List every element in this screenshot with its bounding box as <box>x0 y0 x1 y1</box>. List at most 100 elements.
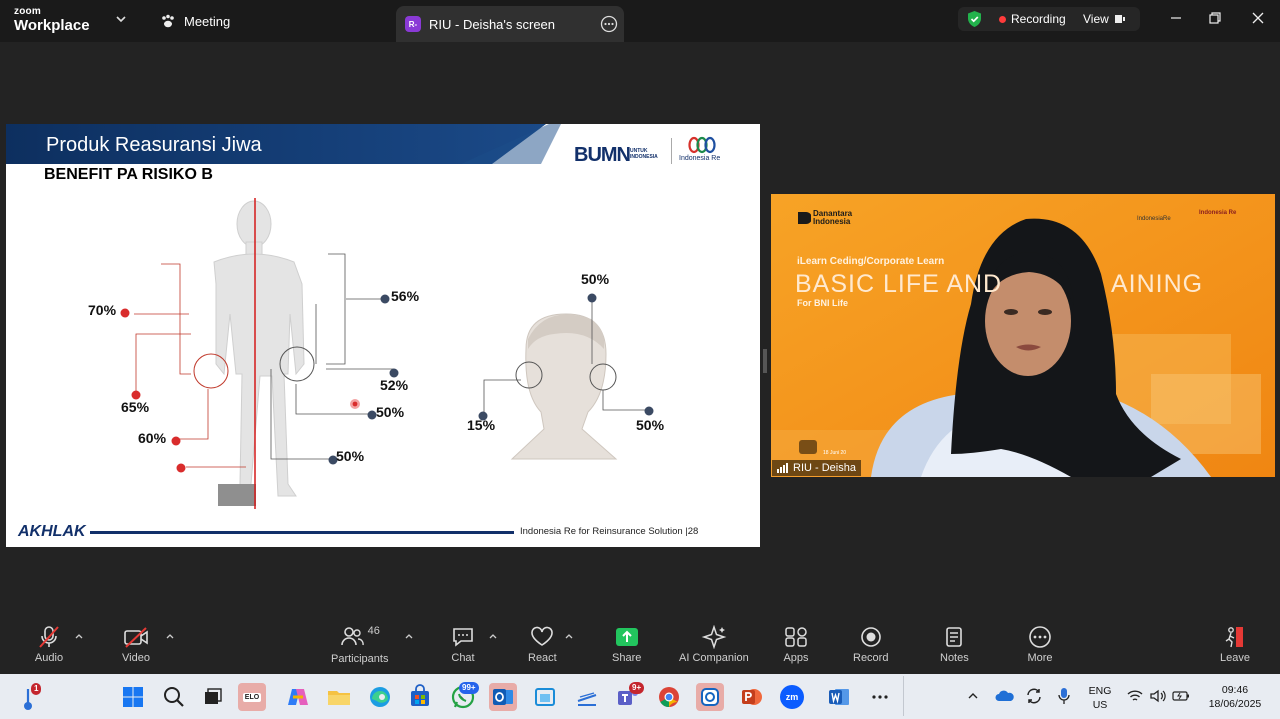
taskbar-snipping[interactable] <box>696 683 724 711</box>
minimize-icon[interactable] <box>1168 10 1184 26</box>
label-50-hip: 50% <box>376 404 405 420</box>
audio-caret-icon[interactable] <box>74 632 84 640</box>
sparkle-icon <box>701 625 727 649</box>
edge-icon[interactable] <box>366 683 394 711</box>
share-button[interactable]: Share <box>612 625 641 664</box>
more-apps-icon[interactable] <box>866 683 894 711</box>
heart-icon <box>531 626 554 646</box>
clock[interactable]: 09:46 18/06/2025 <box>1200 683 1270 711</box>
wifi-icon[interactable] <box>1127 689 1143 703</box>
language-code: ENG <box>1088 685 1112 697</box>
video-off-icon <box>124 627 148 648</box>
leave-label: Leave <box>1220 652 1250 664</box>
outlook-icon <box>493 689 513 705</box>
snipping-tool-icon <box>701 688 719 706</box>
taskbar-outlook[interactable] <box>489 683 517 711</box>
react-button[interactable]: React <box>528 625 557 664</box>
recording-indicator[interactable]: Recording <box>999 12 1066 26</box>
label-56: 56% <box>391 288 420 304</box>
footer-line <box>90 531 514 534</box>
more-options-icon[interactable] <box>600 15 618 33</box>
label-60: 60% <box>138 430 167 446</box>
taskbar-elo-app[interactable]: ELO <box>238 683 266 711</box>
video-button[interactable]: Video <box>121 625 151 664</box>
logo-bottom: Workplace <box>14 17 90 34</box>
panel-resize-handle[interactable] <box>763 349 767 373</box>
chat-label: Chat <box>451 652 475 664</box>
react-caret-icon[interactable] <box>564 632 574 640</box>
ai-companion-label: AI Companion <box>679 652 749 664</box>
calendar-app-icon[interactable] <box>531 683 559 711</box>
record-dot-icon <box>999 15 1006 23</box>
video-background <box>771 194 1275 477</box>
chrome-icon[interactable] <box>655 683 683 711</box>
logo-top: zoom <box>14 6 41 17</box>
powerpoint-icon[interactable] <box>738 683 766 711</box>
clock-time: 09:46 <box>1221 684 1249 696</box>
participants-count: 46 <box>367 625 380 637</box>
microsoft-store-icon[interactable] <box>406 683 434 711</box>
microphone-muted-icon <box>39 626 59 648</box>
leave-button[interactable]: Leave <box>1220 625 1250 664</box>
paw-icon <box>162 14 174 28</box>
label-50-head: 50% <box>581 271 610 287</box>
label-70: 70% <box>88 302 117 318</box>
record-label: Record <box>853 652 889 664</box>
signal-bars-icon <box>777 463 788 473</box>
participant-name-tag: RIU - Deisha <box>772 460 861 476</box>
chat-icon <box>453 628 473 647</box>
tray-chevron-up-icon[interactable] <box>966 689 980 703</box>
shield-check-icon[interactable] <box>966 10 983 28</box>
chat-button[interactable]: Chat <box>450 625 476 664</box>
tab-meeting[interactable]: Meeting <box>160 10 230 32</box>
microphone-tray-icon[interactable] <box>1055 686 1073 706</box>
participant-video[interactable]: Danantara Indonesia IndonesiaRe Indonesi… <box>771 194 1275 477</box>
search-icon[interactable] <box>160 683 188 711</box>
more-label: More <box>1027 652 1053 664</box>
apps-label: Apps <box>783 652 809 664</box>
participants-button[interactable]: 46 Participants <box>331 625 388 665</box>
whiteboard-icon[interactable] <box>573 683 601 711</box>
audio-button[interactable]: Audio <box>34 625 64 664</box>
battery-icon[interactable] <box>1172 690 1190 702</box>
view-button[interactable]: View <box>1083 12 1126 26</box>
shared-slide: Produk Reasuransi Jiwa BENEFIT PA RISIKO… <box>6 124 760 547</box>
tab-shared-screen[interactable]: R- RIU - Deisha's screen <box>396 6 624 42</box>
label-15: 15% <box>467 417 496 433</box>
taskbar-divider <box>903 676 904 716</box>
participants-caret-icon[interactable] <box>404 632 414 640</box>
close-icon[interactable] <box>1250 10 1266 26</box>
ir-logo-text: IndonesiaRe <box>1137 216 1171 222</box>
danantara-brand: Danantara Indonesia <box>813 209 853 226</box>
windows-start-icon[interactable] <box>119 683 147 711</box>
copilot-icon[interactable] <box>284 683 312 711</box>
record-button[interactable]: Record <box>853 625 888 664</box>
view-layout-icon <box>1114 15 1125 23</box>
volume-icon[interactable] <box>1149 689 1167 703</box>
file-explorer-icon[interactable] <box>325 683 353 711</box>
onedrive-icon[interactable] <box>995 688 1015 704</box>
view-label: View <box>1083 12 1109 26</box>
language-indicator[interactable]: ENG US <box>1086 684 1114 712</box>
chat-caret-icon[interactable] <box>488 632 498 640</box>
share-screen-icon <box>615 628 638 646</box>
training-client: For BNI Life <box>797 298 848 308</box>
more-button[interactable]: More <box>1027 625 1053 664</box>
apps-button[interactable]: Apps <box>783 625 809 664</box>
task-view-icon[interactable] <box>199 683 227 711</box>
chevron-down-icon[interactable] <box>114 12 128 26</box>
ai-companion-button[interactable]: AI Companion <box>679 625 749 664</box>
zoom-workplace-logo[interactable]: zoom Workplace <box>14 6 90 34</box>
ir-logo-text-2: Indonesia Re <box>1199 210 1237 216</box>
react-label: React <box>528 652 557 664</box>
akhlak-logo: AKHLAK <box>18 523 86 540</box>
video-caret-icon[interactable] <box>165 632 175 640</box>
restore-icon[interactable] <box>1207 10 1223 26</box>
mannequin-stand <box>218 484 256 506</box>
word-icon[interactable] <box>825 683 853 711</box>
training-title-end: AINING <box>1111 270 1204 298</box>
notes-button[interactable]: Notes <box>940 625 969 664</box>
sync-icon[interactable] <box>1025 687 1043 705</box>
training-date: 18 Juni 20 <box>823 450 847 456</box>
taskbar-zoom[interactable]: zm <box>778 683 806 711</box>
